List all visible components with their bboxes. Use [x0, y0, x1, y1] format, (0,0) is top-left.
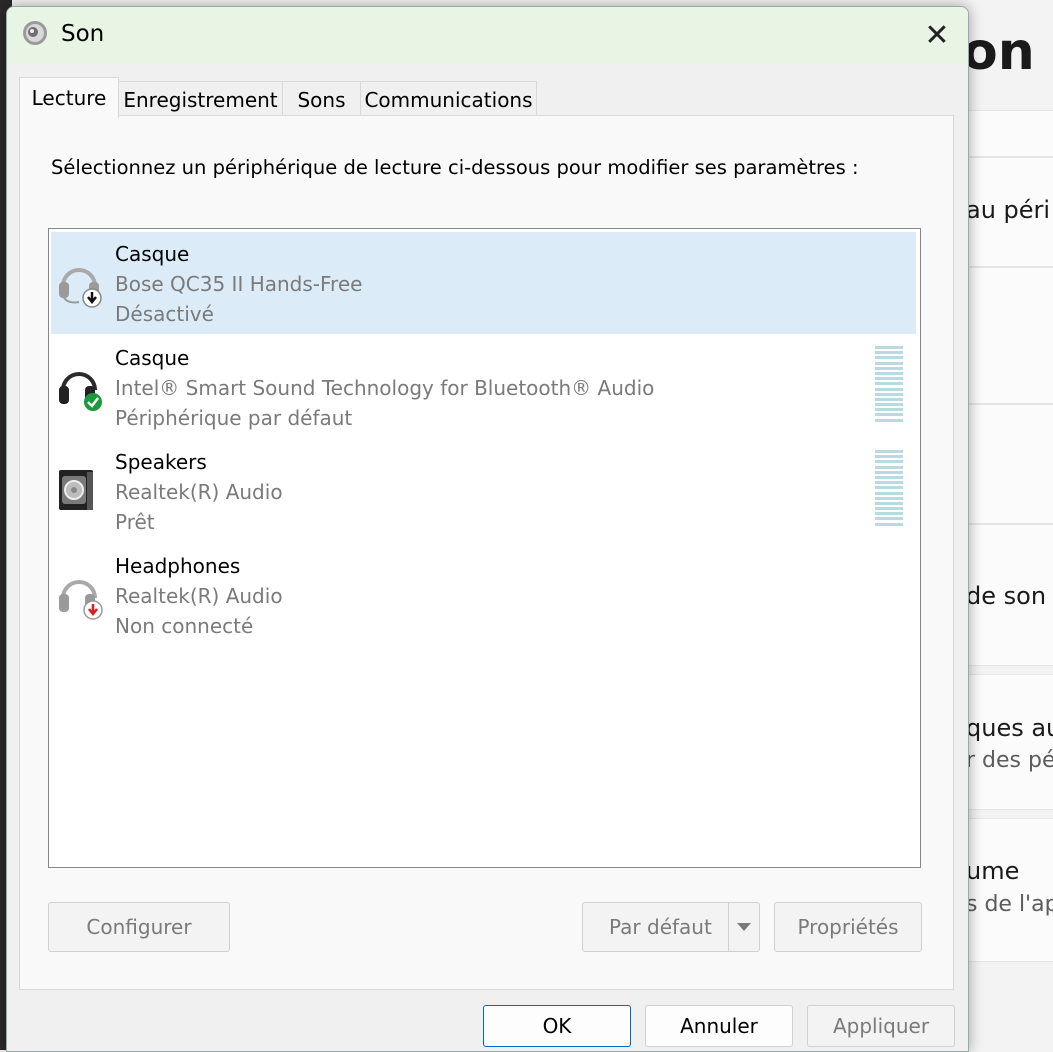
background-item-text: au péri [966, 196, 1051, 224]
speaker-icon [59, 470, 93, 510]
tab-playback[interactable]: Lecture [19, 77, 119, 118]
instruction-text: Sélectionnez un périphérique de lecture … [51, 156, 859, 179]
dialog-title: Son [61, 21, 105, 47]
speaker-icon [23, 21, 47, 45]
set-default-label: Par défaut [609, 915, 712, 939]
device-name: Speakers [115, 450, 207, 474]
device-name: Casque [115, 242, 190, 266]
device-name: Casque [115, 346, 190, 370]
background-card[interactable] [960, 818, 1053, 962]
background-card [960, 267, 1053, 404]
sound-dialog: Son ✕ Lecture Enregistrement Sons Commun… [6, 6, 969, 1052]
background-card [960, 110, 1053, 157]
list-item[interactable]: Headphones Realtek(R) Audio Non connecté [51, 544, 916, 646]
set-default-dropdown[interactable] [728, 903, 759, 951]
background-page-title: on [962, 22, 1035, 82]
device-description: Intel® Smart Sound Technology for Blueto… [115, 376, 655, 400]
device-status: Désactivé [115, 302, 214, 326]
cancel-button[interactable]: Annuler [645, 1005, 793, 1047]
device-description: Bose QC35 II Hands-Free [115, 272, 363, 296]
device-name: Headphones [115, 554, 241, 578]
playback-panel: Sélectionnez un périphérique de lecture … [19, 115, 954, 990]
device-description: Realtek(R) Audio [115, 584, 283, 608]
headset-disabled-icon [59, 268, 102, 308]
background-item-subtext: r des pé [966, 748, 1053, 773]
configure-button[interactable]: Configurer [48, 902, 230, 952]
background-item-subtext: s de l'ap [966, 892, 1053, 917]
headphones-unplugged-icon [59, 580, 103, 620]
device-status: Non connecté [115, 614, 254, 638]
background-card[interactable] [960, 674, 1053, 810]
chevron-down-icon [737, 923, 751, 931]
title-bar[interactable]: Son ✕ [7, 7, 968, 63]
background-card [960, 404, 1053, 524]
list-item[interactable]: Casque Intel® Smart Sound Technology for… [51, 336, 916, 438]
tab-recording[interactable]: Enregistrement [118, 81, 283, 117]
close-button[interactable]: ✕ [906, 7, 968, 63]
ok-button[interactable]: OK [483, 1005, 631, 1047]
apply-button[interactable]: Appliquer [807, 1005, 955, 1047]
list-item[interactable]: Speakers Realtek(R) Audio Prêt [51, 440, 916, 542]
device-status: Périphérique par défaut [115, 406, 353, 430]
volume-meter [875, 346, 903, 426]
background-item-text: ques au [966, 714, 1053, 742]
device-status: Prêt [115, 510, 155, 534]
background-item-text: de son [966, 582, 1047, 610]
device-description: Realtek(R) Audio [115, 480, 283, 504]
list-item[interactable]: Casque Bose QC35 II Hands-Free Désactivé [51, 232, 916, 334]
properties-button[interactable]: Propriétés [774, 902, 922, 952]
tab-sounds[interactable]: Sons [282, 81, 361, 117]
close-icon: ✕ [924, 17, 950, 53]
device-list[interactable]: Casque Bose QC35 II Hands-Free Désactivé… [48, 228, 921, 868]
background-item-text: ume [966, 857, 1020, 885]
headphones-default-icon [59, 372, 102, 411]
set-default-button[interactable]: Par défaut [582, 902, 760, 952]
tab-communications[interactable]: Communications [360, 81, 537, 117]
volume-meter [875, 450, 903, 530]
